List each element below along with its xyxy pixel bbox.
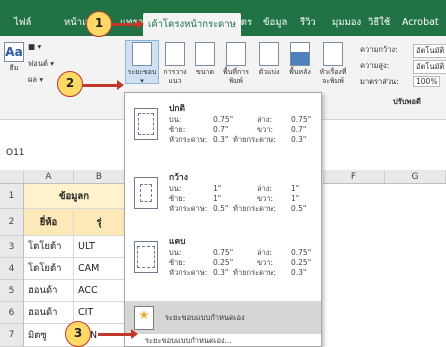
model-cell[interactable]: CAM: [74, 258, 125, 280]
row-header[interactable]: 7: [0, 324, 24, 347]
step-1-arrow: [108, 19, 144, 29]
tab-review[interactable]: รีวิว: [300, 14, 316, 32]
custom-margin-icon: [134, 306, 154, 330]
background-icon: [290, 42, 310, 66]
tab-acrobat[interactable]: Acrobat: [402, 14, 439, 32]
step-2-arrow: [80, 80, 124, 90]
themes-icon: Aa: [4, 42, 24, 62]
tab-page-layout[interactable]: เค้าโครงหน้ากระดาษ: [143, 13, 241, 36]
step-badge-2: 2: [57, 71, 83, 97]
print-area-icon: [226, 42, 246, 66]
column-header-b[interactable]: B: [74, 170, 125, 184]
margins-dropdown: ปกติ บน: 0.75" ล่าง: 0.75" ซ้าย: 0.7" ขวา: 0.7…: [124, 92, 322, 347]
ribbon-tab-bar: ไฟล์ หน้าแรก แทรก เค้าโครงหน้ากระดาษ สูต…: [0, 0, 446, 36]
tab-view[interactable]: มุมมอง: [332, 14, 361, 32]
wide-margin-icon: [134, 177, 158, 209]
select-all-corner[interactable]: [0, 170, 24, 184]
margin-option-wide[interactable]: กว้าง บน: 1" ล่าง: 1" ซ้าย: 1" ขวา: 1" หัวกระด…: [125, 167, 321, 219]
print-titles-button[interactable]: หัวเรื่องที่จะพิมพ์: [316, 42, 350, 86]
breaks-icon: [259, 42, 279, 66]
margin-option-normal[interactable]: ปกติ บน: 0.75" ล่าง: 0.75" ซ้าย: 0.7" ขวา: 0.7…: [125, 98, 321, 150]
step-badge-3: 3: [65, 321, 91, 347]
width-label: ความกว้าง:: [360, 45, 398, 54]
fonts-label: ฟอนต์: [28, 59, 48, 68]
tab-help[interactable]: วิธีใช้: [368, 14, 390, 32]
scale-input[interactable]: 100%: [413, 76, 441, 87]
row-header[interactable]: 4: [0, 258, 24, 280]
tab-file[interactable]: ไฟล์: [14, 14, 31, 32]
scale-to-fit-group-label: ปรับพอดี: [393, 97, 421, 106]
narrow-margin-icon: [134, 241, 158, 273]
star-icon: [139, 310, 149, 320]
size-button[interactable]: ขนาด: [193, 42, 217, 77]
orientation-icon: [165, 42, 185, 66]
height-select[interactable]: อัตโนมัติ: [413, 60, 446, 74]
tab-formulas[interactable]: สูตร: [235, 14, 252, 32]
background-button[interactable]: พื้นหลัง: [285, 42, 315, 77]
column-header-g[interactable]: G: [385, 170, 446, 184]
effects-label: ผล: [28, 75, 37, 84]
effects-button[interactable]: ผล ▾: [28, 74, 43, 86]
row-header[interactable]: 3: [0, 236, 24, 258]
size-icon: [195, 42, 215, 66]
brand-cell[interactable]: ฮอนด้า: [24, 302, 74, 324]
tab-data[interactable]: ข้อมูล: [263, 14, 287, 32]
custom-margins-link[interactable]: ระยะขอบแบบกำหนดเอง...: [125, 334, 321, 347]
margin-option-custom[interactable]: ระยะขอบแบบกำหนดเอง: [125, 301, 321, 334]
step-badge-1: 1: [86, 11, 112, 37]
brand-cell[interactable]: โตโยต้า: [24, 258, 74, 280]
row-header[interactable]: 2: [0, 209, 24, 236]
brand-cell[interactable]: โตโยต้า: [24, 236, 74, 258]
step-3-arrow: [98, 329, 138, 339]
column-header-f[interactable]: F: [323, 170, 385, 184]
print-area-button[interactable]: พื้นที่การพิมพ์: [219, 42, 253, 86]
sheet-title-cell[interactable]: ข้อมูลก: [24, 184, 125, 209]
row-header[interactable]: 5: [0, 280, 24, 302]
normal-margin-icon: [134, 108, 158, 140]
model-cell[interactable]: ACC: [74, 280, 125, 302]
margin-option-narrow[interactable]: แคบ บน: 0.75" ล่าง: 0.75" ซ้าย: 0.25" ขวา: 0.2…: [125, 231, 321, 283]
breaks-button[interactable]: ตัวแบ่ง: [255, 42, 283, 77]
height-label: ความสูง:: [360, 61, 390, 70]
header-cell-model[interactable]: รุ่: [74, 209, 125, 236]
scale-label: มาตราส่วน:: [360, 77, 399, 86]
brand-cell[interactable]: ฮอนด้า: [24, 280, 74, 302]
header-cell-brand[interactable]: ยี่ห้อ: [24, 209, 74, 236]
row-header[interactable]: 1: [0, 184, 24, 209]
margins-button[interactable]: ระยะขอบ ▾: [126, 42, 158, 86]
margins-icon: [132, 42, 152, 66]
orientation-button[interactable]: การวางแนว: [160, 42, 190, 86]
fonts-button[interactable]: ฟอนต์ ▾: [28, 58, 54, 70]
model-cell[interactable]: ULT: [74, 236, 125, 258]
name-box[interactable]: O11: [6, 148, 25, 158]
colors-button[interactable]: ■ ▾: [28, 42, 41, 51]
themes-button[interactable]: Aa ธีม: [2, 42, 26, 73]
width-select[interactable]: อัตโนมัติ: [413, 44, 446, 58]
column-header-a[interactable]: A: [24, 170, 74, 184]
row-header[interactable]: 6: [0, 302, 24, 324]
custom-margin-label: ระยะขอบแบบกำหนดเอง: [165, 313, 245, 322]
print-titles-icon: [323, 42, 343, 66]
